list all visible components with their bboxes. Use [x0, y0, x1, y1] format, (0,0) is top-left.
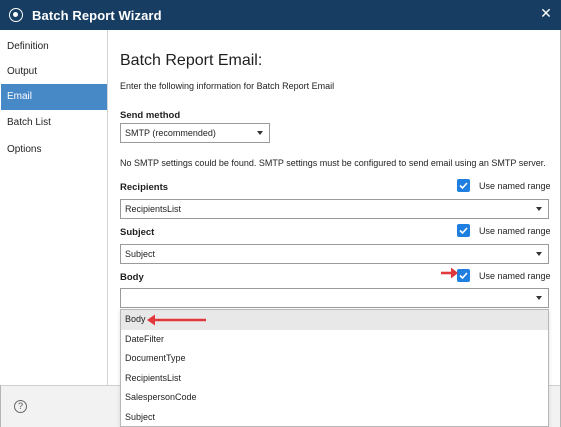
sidebar-item-label: Options	[7, 144, 42, 155]
sidebar-item-email[interactable]: Email	[1, 84, 107, 110]
sidebar: Definition Output Email Batch List Optio…	[0, 30, 108, 385]
recipients-checkbox-label: Use named range	[479, 181, 551, 191]
window-titlebar: Batch Report Wizard ✕	[0, 0, 561, 30]
sidebar-item-definition[interactable]: Definition	[1, 34, 107, 60]
intro-text: Enter the following information for Batc…	[120, 81, 335, 91]
chevron-down-icon	[536, 207, 542, 211]
recipients-label: Recipients	[120, 182, 169, 193]
dropdown-option-salespersoncode[interactable]: SalespersonCode	[121, 388, 548, 408]
send-method-value: SMTP (recommended)	[125, 128, 216, 138]
dropdown-option-datefilter[interactable]: DateFilter	[121, 330, 548, 350]
sidebar-item-output[interactable]: Output	[1, 59, 107, 85]
window-title: Batch Report Wizard	[32, 8, 162, 23]
checkmark-icon	[459, 182, 468, 190]
app-logo-icon	[9, 8, 23, 22]
sidebar-item-options[interactable]: Options	[1, 137, 107, 163]
body-label: Body	[120, 272, 144, 283]
chevron-down-icon	[536, 252, 542, 256]
page-title: Batch Report Email:	[120, 52, 263, 69]
chevron-down-icon	[257, 131, 263, 135]
subject-checkbox-label: Use named range	[479, 226, 551, 236]
annotation-arrow-left-icon	[147, 314, 206, 326]
subject-label: Subject	[120, 227, 155, 238]
send-method-label: Send method	[120, 110, 181, 121]
sidebar-item-label: Batch List	[7, 117, 51, 128]
sidebar-item-label: Email	[7, 91, 33, 102]
sidebar-item-label: Output	[7, 66, 38, 77]
dropdown-option-documenttype[interactable]: DocumentType	[121, 349, 548, 369]
chevron-down-icon	[536, 296, 542, 300]
close-icon[interactable]: ✕	[539, 5, 553, 21]
send-method-select[interactable]: SMTP (recommended)	[120, 123, 270, 143]
body-checkbox-label: Use named range	[479, 271, 551, 281]
recipients-select[interactable]: RecipientsList	[120, 199, 549, 219]
checkmark-icon	[459, 227, 468, 235]
subject-value: Subject	[125, 249, 156, 259]
subject-select[interactable]: Subject	[120, 244, 549, 264]
dropdown-option-subject[interactable]: Subject	[121, 408, 548, 427]
subject-named-range-checkbox[interactable]	[457, 224, 470, 237]
annotation-arrow-right-icon	[441, 267, 458, 279]
body-select[interactable]	[120, 288, 549, 308]
recipients-named-range-checkbox[interactable]	[457, 179, 470, 192]
sidebar-item-label: Definition	[7, 41, 49, 52]
recipients-value: RecipientsList	[125, 204, 182, 214]
dropdown-option-recipientslist[interactable]: RecipientsList	[121, 369, 548, 389]
help-icon[interactable]: ?	[14, 400, 27, 413]
smtp-warning-text: No SMTP settings could be found. SMTP se…	[120, 158, 546, 168]
sidebar-item-batch-list[interactable]: Batch List	[1, 110, 107, 136]
